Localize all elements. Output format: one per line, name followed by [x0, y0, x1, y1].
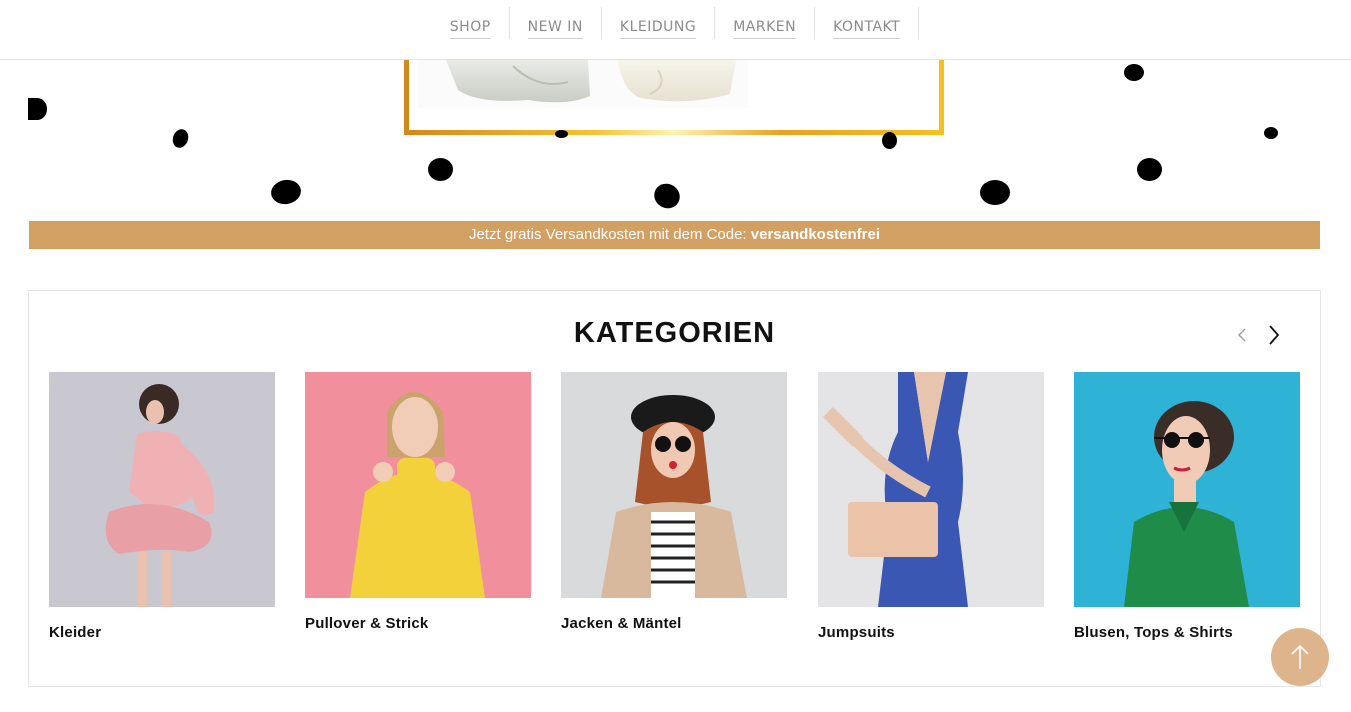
nav-list: SHOP NEW IN KLEIDUNG MARKEN KONTAKT: [0, 0, 1351, 59]
promo-code: versandkostenfrei: [750, 226, 881, 243]
arrow-up-icon: [1291, 644, 1309, 669]
decorative-dot: [649, 179, 685, 213]
chevron-left-icon: [1238, 328, 1246, 342]
category-label[interactable]: Kleider: [49, 624, 275, 641]
category-label[interactable]: Jumpsuits: [818, 624, 1044, 641]
decorative-dot: [170, 127, 191, 150]
category-card-pullover-strick[interactable]: Pullover & Strick: [305, 372, 531, 632]
nav-item-label: SHOP: [449, 19, 491, 39]
category-image[interactable]: [561, 372, 787, 598]
promo-text: Jetzt gratis Versandkosten mit dem Code:: [468, 226, 751, 243]
hero-gold-frame: [404, 50, 944, 135]
nav-item-new-in[interactable]: NEW IN: [510, 19, 601, 39]
main-navigation: SHOP NEW IN KLEIDUNG MARKEN KONTAKT: [0, 0, 1351, 60]
hero-banner: [0, 50, 1351, 220]
nav-divider: [918, 6, 920, 39]
decorative-dot: [1137, 158, 1162, 181]
chevron-right-icon: [1269, 325, 1280, 345]
category-label[interactable]: Pullover & Strick: [305, 615, 531, 632]
nav-item-label: KONTAKT: [833, 19, 901, 39]
decorative-dot: [28, 98, 47, 120]
nav-item-label: NEW IN: [527, 19, 583, 39]
nav-item-marken[interactable]: MARKEN: [715, 19, 814, 39]
category-image[interactable]: [1074, 372, 1300, 607]
category-card-kleider[interactable]: Kleider: [49, 372, 275, 641]
decorative-dot: [1264, 127, 1278, 139]
promo-banner: Jetzt gratis Versandkosten mit dem Code:…: [29, 221, 1320, 249]
carousel-next-button[interactable]: [1262, 321, 1286, 349]
category-image[interactable]: [818, 372, 1044, 607]
categories-section: KATEGORIEN Kleider Pullover & Strick Jac…: [28, 290, 1321, 687]
decorative-dot: [428, 158, 453, 181]
decorative-dot: [980, 180, 1010, 205]
nav-item-kleidung[interactable]: KLEIDUNG: [602, 19, 714, 39]
nav-item-shop[interactable]: SHOP: [432, 19, 509, 39]
category-label[interactable]: Jacken & Mäntel: [561, 615, 787, 632]
category-card-jumpsuits[interactable]: Jumpsuits: [818, 372, 1044, 641]
nav-item-kontakt[interactable]: KONTAKT: [815, 19, 918, 39]
decorative-dot: [555, 130, 568, 138]
category-card-jacken-maentel[interactable]: Jacken & Mäntel: [561, 372, 787, 632]
category-image[interactable]: [49, 372, 275, 607]
decorative-dot: [269, 177, 303, 207]
category-label[interactable]: Blusen, Tops & Shirts: [1074, 624, 1300, 641]
decorative-dot: [882, 132, 897, 149]
back-to-top-button[interactable]: [1271, 628, 1329, 686]
nav-item-label: MARKEN: [733, 19, 797, 39]
section-title: KATEGORIEN: [573, 317, 776, 349]
carousel-prev-button[interactable]: [1230, 321, 1254, 349]
nav-item-label: KLEIDUNG: [619, 19, 697, 39]
category-card-blusen-tops-shirts[interactable]: Blusen, Tops & Shirts: [1074, 372, 1300, 641]
category-image[interactable]: [305, 372, 531, 598]
decorative-dot: [1124, 64, 1144, 81]
